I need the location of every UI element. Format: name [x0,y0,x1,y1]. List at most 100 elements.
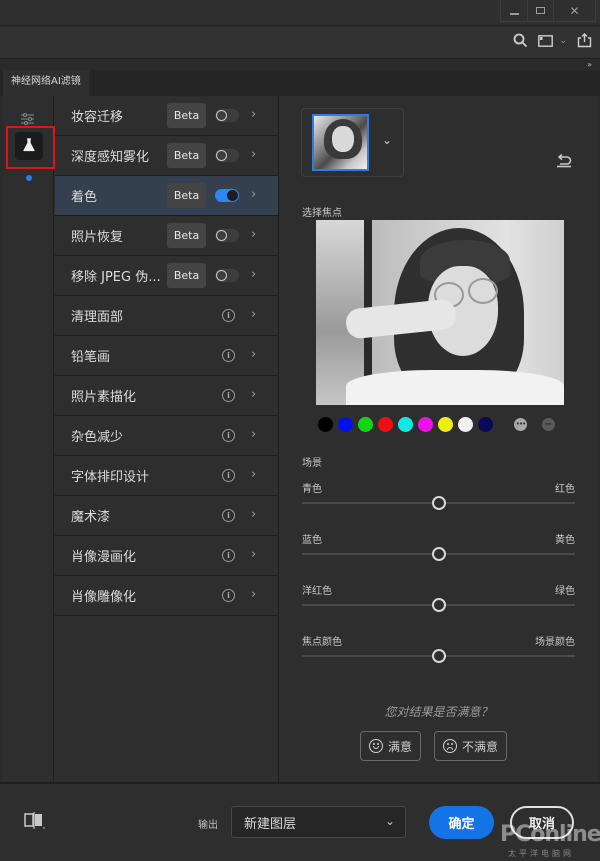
color-swatch[interactable] [338,417,353,432]
slider-thumb[interactable] [431,496,446,510]
color-swatch[interactable] [418,417,433,432]
filter-row[interactable]: 清理面部 i › [55,296,278,336]
compare-view-icon[interactable] [24,812,46,834]
chevron-right-icon[interactable]: › [251,547,256,562]
info-icon[interactable]: i [222,349,235,362]
output-select[interactable]: 新建图层 ⌄ [231,806,406,838]
beta-badge: Beta [167,223,206,248]
slider-thumb[interactable] [431,547,446,561]
satisfied-button[interactable]: 满意 [360,731,422,761]
filter-name: 肖像漫画化 [71,550,137,565]
toolbar: ⌄ [0,27,600,59]
slider-left-label: 青色 [302,484,322,495]
slider-thumb[interactable] [431,598,446,612]
chevron-right-icon[interactable]: › [251,307,256,322]
chevron-right-icon[interactable]: › [251,187,256,202]
filter-row[interactable]: 照片素描化 i › [55,376,278,416]
filter-row[interactable]: 妆容迁移 Beta › [55,96,278,136]
unsatisfied-label: 不满意 [462,739,499,754]
chevron-right-icon[interactable]: › [251,107,256,122]
share-icon[interactable] [577,33,592,48]
filter-detail: ⌄ 选择焦点 ••• − 场景 青色 红色 蓝色 黄色 洋红色 绿色 焦点颜色 场… [280,96,597,782]
reference-thumbnail[interactable] [312,114,369,171]
filter-name: 清理面部 [71,310,124,325]
collapse-panel-icon[interactable]: » [587,60,592,69]
watermark: PConline [500,822,600,847]
search-icon[interactable] [513,33,528,48]
chevron-right-icon[interactable]: › [251,467,256,482]
info-icon[interactable]: i [222,429,235,442]
color-swatch[interactable] [318,417,333,432]
filter-toggle[interactable] [215,149,239,162]
chevron-down-icon[interactable]: ⌄ [559,36,567,46]
scene-label: 场景 [302,458,322,469]
filter-row[interactable]: 魔术漆 i › [55,496,278,536]
filter-name: 铅笔画 [71,350,111,365]
more-colors-icon[interactable]: ••• [514,418,527,431]
beta-badge: Beta [167,183,206,208]
color-swatch[interactable] [458,417,473,432]
close-icon: ✕ [569,3,580,18]
filter-row[interactable]: 肖像漫画化 i › [55,536,278,576]
color-swatch[interactable] [398,417,413,432]
chevron-down-icon[interactable]: ⌄ [382,133,392,147]
filter-row[interactable]: 深度感知雾化 Beta › [55,136,278,176]
info-icon[interactable]: i [222,589,235,602]
filter-toggle[interactable] [215,189,239,202]
slider-thumb[interactable] [431,649,446,663]
chevron-right-icon[interactable]: › [251,267,256,282]
beta-badge: Beta [167,143,206,168]
filter-name: 杂色减少 [71,430,124,445]
color-swatch[interactable] [438,417,453,432]
filter-row[interactable]: 移除 JPEG 伪... Beta › [55,256,278,296]
color-slider: 青色 红色 [302,480,575,520]
filter-toggle[interactable] [215,109,239,122]
chevron-right-icon[interactable]: › [251,427,256,442]
color-swatch[interactable] [358,417,373,432]
minimize-button[interactable] [501,0,527,21]
filter-row[interactable]: 照片恢复 Beta › [55,216,278,256]
color-swatch[interactable] [478,417,493,432]
filter-row[interactable]: 杂色减少 i › [55,416,278,456]
reference-image-picker[interactable]: ⌄ [301,108,404,177]
filter-toggle[interactable] [215,269,239,282]
chevron-right-icon[interactable]: › [251,387,256,402]
info-icon[interactable]: i [222,469,235,482]
info-icon[interactable]: i [222,389,235,402]
panel-layout-icon[interactable] [538,34,554,47]
filter-list: 妆容迁移 Beta › 深度感知雾化 Beta › 着色 Beta › 照片恢复 Beta › 移除 J… [55,96,279,782]
filter-row[interactable]: 字体排印设计 i › [55,456,278,496]
remove-color-icon[interactable]: − [542,418,555,431]
focus-image[interactable] [316,220,564,405]
chevron-right-icon[interactable]: › [251,147,256,162]
filter-name: 照片素描化 [71,390,137,405]
filter-name: 魔术漆 [71,510,111,525]
info-icon[interactable]: i [222,549,235,562]
filter-row[interactable]: 铅笔画 i › [55,336,278,376]
chevron-right-icon[interactable]: › [251,227,256,242]
filter-row[interactable]: 肖像雕像化 i › [55,576,278,616]
filter-name: 字体排印设计 [71,470,150,485]
filter-toggle[interactable] [215,229,239,242]
panel-header-bar [0,60,600,70]
reset-icon[interactable] [556,153,572,172]
slider-left-label: 焦点颜色 [302,637,342,648]
tab-neural-filters[interactable]: 神经网络AI滤镜 [3,70,89,96]
filter-row[interactable]: 着色 Beta › [55,176,278,216]
info-icon[interactable]: i [222,509,235,522]
close-button[interactable]: ✕ [553,0,595,21]
info-icon[interactable]: i [222,309,235,322]
chevron-right-icon[interactable]: › [251,347,256,362]
chevron-right-icon[interactable]: › [251,587,256,602]
footer: 输出 新建图层 ⌄ 确定 取消 PConline 太平洋电脑网 [0,782,600,861]
feedback-question: 您对结果是否满意？ [384,705,493,719]
window-controls: ✕ [500,0,596,22]
beta-filters-button[interactable] [15,132,43,160]
ok-button[interactable]: 确定 [429,806,494,839]
beta-badge: Beta [167,103,206,128]
chevron-right-icon[interactable]: › [251,507,256,522]
beta-badge: Beta [167,263,206,288]
maximize-button[interactable] [527,0,553,21]
unsatisfied-button[interactable]: 不满意 [434,731,508,761]
color-swatch[interactable] [378,417,393,432]
